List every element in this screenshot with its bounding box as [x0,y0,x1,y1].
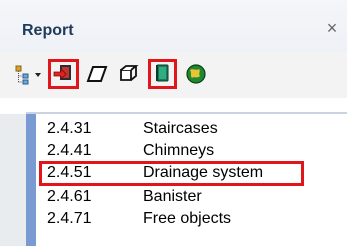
list-item-chimneys[interactable]: 2.4.41 Chimneys [36,140,347,162]
item-code: 2.4.71 [47,210,92,227]
panel-title: Report [22,22,74,39]
item-name: Banister [143,188,202,205]
item-list: 2.4.31 Staircases 2.4.41 Chimneys 2.4.51… [36,114,347,246]
item-code: 2.4.31 [47,120,92,137]
report-toolbar [14,59,347,89]
item-name: Staircases [143,120,218,137]
polygon-shape-icon[interactable] [86,59,110,89]
3d-box-icon[interactable] [118,59,142,89]
item-name: Drainage system [143,164,264,181]
report-panel: Report × [0,0,347,98]
globe-icon[interactable] [184,59,210,89]
panel-header: Report × [0,0,347,52]
close-button[interactable]: × [322,18,342,38]
left-gutter [0,114,26,246]
list-item-free-objects[interactable]: 2.4.71 Free objects [36,208,347,230]
tree-list-panel: 2.4.31 Staircases 2.4.41 Chimneys 2.4.51… [0,104,347,246]
export-report-icon[interactable] [48,59,79,89]
item-code: 2.4.51 [47,164,92,181]
item-code: 2.4.61 [47,188,92,205]
list-item-staircases[interactable]: 2.4.31 Staircases [36,118,347,140]
item-code: 2.4.41 [47,142,92,159]
list-item-drainage-system[interactable]: 2.4.51 Drainage system [36,161,347,186]
tree-structure-dropdown-icon[interactable] [14,59,48,89]
list-item-banister[interactable]: 2.4.61 Banister [36,186,347,208]
item-name: Chimneys [143,142,215,159]
item-name: Free objects [143,210,232,227]
book-icon[interactable] [148,59,177,89]
selection-indicator-bar [26,114,36,246]
